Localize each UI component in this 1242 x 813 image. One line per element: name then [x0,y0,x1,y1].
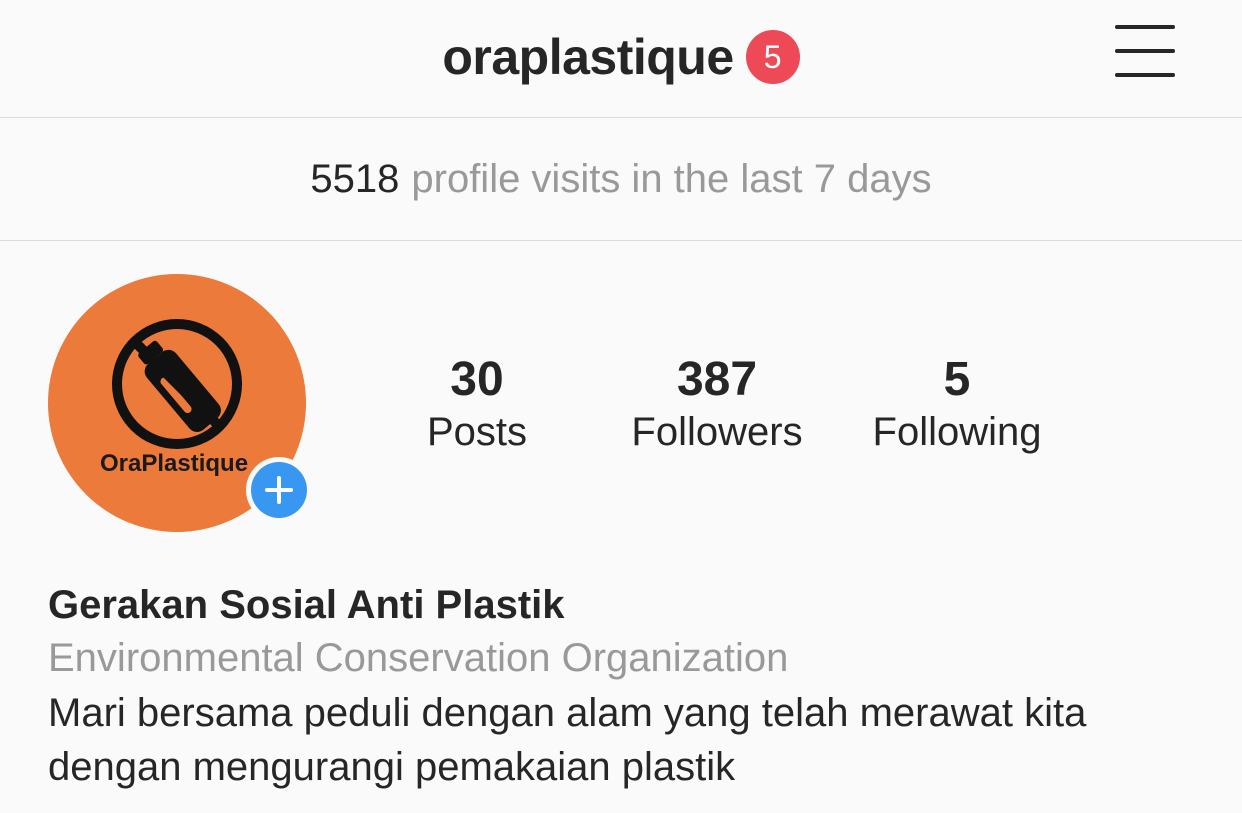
plus-icon [251,462,307,518]
add-story-button[interactable] [246,457,312,523]
following-label: Following [872,410,1042,454]
profile-bio-text: Mari bersama peduli dengan alam yang tel… [48,691,1087,789]
profile-visits-label: profile visits in the last 7 days [411,156,932,201]
followers-count: 387 [676,353,758,406]
profile-bio: Gerakan Sosial Anti Plastik Environmenta… [48,580,1208,794]
hamburger-menu-icon[interactable] [1113,22,1177,80]
menu-line [1115,73,1175,77]
notification-badge[interactable]: 5 [745,30,800,84]
account-switcher[interactable]: oraplastique 5 [0,28,1242,86]
profile-display-name: Gerakan Sosial Anti Plastik [48,583,565,627]
username-title[interactable]: oraplastique [442,28,734,86]
avatar-logo-text: OraPlastique [100,450,249,477]
profile-visits-banner[interactable]: 5518 profile visits in the last 7 days [0,118,1242,241]
posts-stat[interactable]: 30 Posts [417,352,537,456]
menu-line [1115,49,1175,53]
menu-line [1115,25,1175,29]
top-bar: oraplastique 5 [0,0,1242,118]
profile-category: Environmental Conservation Organization [48,636,789,680]
posts-count: 30 [450,353,504,406]
profile-visits-count: 5518 [310,156,400,201]
followers-stat[interactable]: 387 Followers [617,352,817,456]
following-stat[interactable]: 5 Following [857,352,1057,456]
posts-label: Posts [426,410,528,454]
following-count: 5 [943,353,971,406]
followers-label: Followers [631,410,803,454]
